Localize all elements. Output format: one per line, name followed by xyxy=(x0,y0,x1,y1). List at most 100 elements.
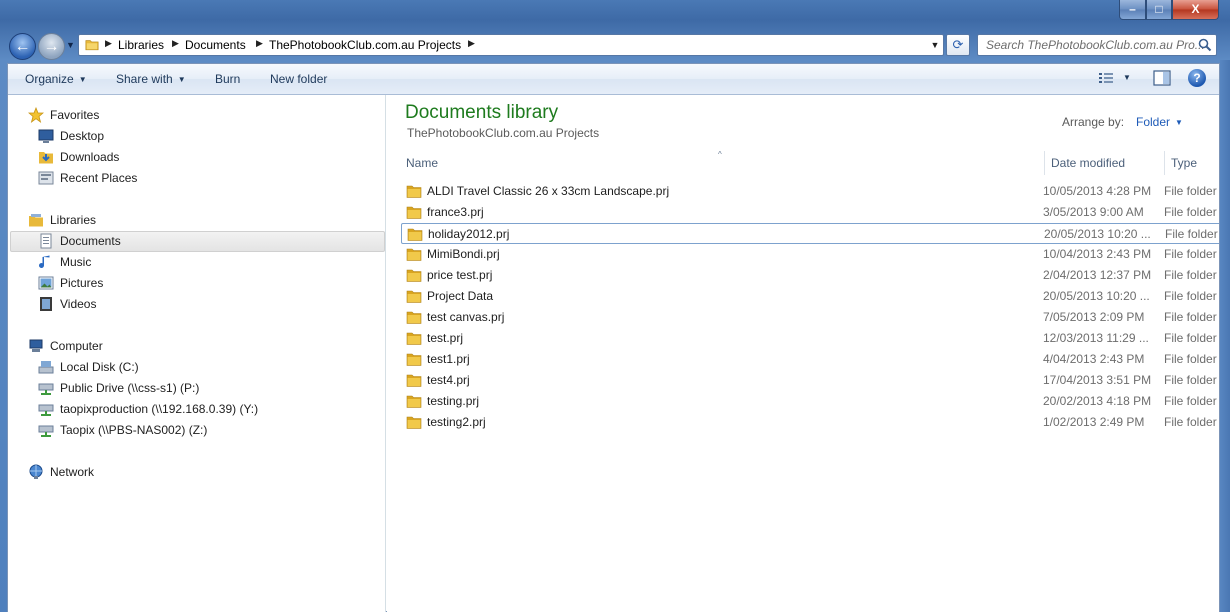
share-with-button[interactable]: Share with ▼ xyxy=(116,72,186,86)
column-divider[interactable] xyxy=(1164,151,1165,175)
folder-icon xyxy=(406,374,422,387)
file-type: File folder xyxy=(1164,184,1217,198)
address-bar[interactable]: ▶ Libraries ▶ Documents ▶ ThePhotobookCl… xyxy=(78,34,944,56)
libraries-icon xyxy=(29,214,43,227)
file-row[interactable]: test.prj 12/03/2013 11:29 ... File folder xyxy=(401,328,1219,349)
videos-icon xyxy=(40,297,52,311)
folder-icon xyxy=(406,395,422,408)
breadcrumb-projects[interactable]: ThePhotobookClub.com.au Projects xyxy=(269,38,461,52)
forward-arrow-icon: → xyxy=(43,38,60,55)
share-with-label: Share with xyxy=(116,72,173,86)
recent-pages-dropdown[interactable]: ▼ xyxy=(66,40,76,52)
file-date-modified: 17/04/2013 3:51 PM xyxy=(1043,373,1152,387)
folder-icon xyxy=(85,40,99,51)
nav-label: Local Disk (C:) xyxy=(60,360,139,374)
refresh-button[interactable]: ⟳ xyxy=(946,34,970,56)
breadcrumb-libraries[interactable]: Libraries xyxy=(118,38,164,52)
title-bar[interactable]: – □ X xyxy=(0,0,1230,30)
file-row[interactable]: Project Data 20/05/2013 10:20 ... File fol… xyxy=(401,286,1219,307)
back-arrow-icon: ← xyxy=(14,38,31,55)
network-icon xyxy=(29,464,43,479)
network-drive-icon xyxy=(38,404,54,416)
file-row[interactable]: MimiBondi.prj 10/04/2013 2:43 PM File fold… xyxy=(401,244,1219,265)
file-row[interactable]: testing.prj 20/02/2013 4:18 PM File folder xyxy=(401,391,1219,412)
library-title: Documents library xyxy=(405,102,559,123)
file-type: File folder xyxy=(1164,289,1217,303)
star-icon xyxy=(28,107,44,123)
refresh-icon: ⟳ xyxy=(952,37,964,52)
nav-label: Favorites xyxy=(50,108,100,122)
nav-label: Documents xyxy=(60,234,121,248)
file-name: testing2.prj xyxy=(427,415,486,429)
nav-label: Computer xyxy=(50,339,103,353)
file-date-modified: 3/05/2013 9:00 AM xyxy=(1043,205,1144,219)
file-row[interactable]: test canvas.prj 7/05/2013 2:09 PM File fol… xyxy=(401,307,1219,328)
breadcrumb-separator[interactable]: ▶ xyxy=(172,38,179,49)
file-row[interactable]: france3.prj 3/05/2013 9:00 AM File folder xyxy=(401,202,1219,223)
file-date-modified: 2/04/2013 12:37 PM xyxy=(1043,268,1152,282)
file-row[interactable]: ALDI Travel Classic 26 x 33cm Landscape.… xyxy=(401,181,1219,202)
chevron-down-icon: ▼ xyxy=(78,75,87,84)
breadcrumb-separator[interactable]: ▶ xyxy=(105,38,112,49)
column-divider[interactable] xyxy=(1044,151,1045,175)
arrange-by-label: Arrange by: xyxy=(1062,115,1125,129)
forward-button[interactable]: → xyxy=(38,33,65,60)
file-row[interactable]: test4.prj 17/04/2013 3:51 PM File folder xyxy=(401,370,1219,391)
close-button[interactable]: X xyxy=(1172,0,1219,20)
help-icon[interactable]: ? xyxy=(1188,69,1206,87)
window-frame: – □ X ← → ▼ ▶ Libraries ▶ Documents ▶ Th… xyxy=(0,0,1230,612)
file-row[interactable]: price test.prj 2/04/2013 12:37 PM File fol… xyxy=(401,265,1219,286)
breadcrumb-separator[interactable]: ▶ xyxy=(256,38,263,49)
chevron-down-icon: ▼ xyxy=(177,75,186,84)
file-row[interactable]: holiday2012.prj 20/05/2013 10:20 ... File … xyxy=(401,223,1219,244)
file-type: File folder xyxy=(1164,310,1217,324)
computer-icon xyxy=(29,339,43,352)
file-name: Project Data xyxy=(427,289,494,303)
file-name: test canvas.prj xyxy=(427,310,505,324)
nav-label: Libraries xyxy=(50,213,97,227)
view-options-dropdown[interactable]: ▼ xyxy=(1123,73,1131,82)
file-name: test4.prj xyxy=(427,373,470,387)
nav-label: Music xyxy=(60,255,92,269)
file-type: File folder xyxy=(1164,394,1217,408)
column-name[interactable]: Name xyxy=(406,156,438,170)
file-date-modified: 20/05/2013 10:20 ... xyxy=(1044,227,1151,241)
file-date-modified: 20/02/2013 4:18 PM xyxy=(1043,394,1152,408)
command-bar: Organize ▼ Share with ▼ Burn New folder ▼ … xyxy=(8,64,1219,95)
folder-icon xyxy=(406,269,422,282)
file-name: ALDI Travel Classic 26 x 33cm Landscape.… xyxy=(427,184,670,198)
file-name: test1.prj xyxy=(427,352,470,366)
new-folder-button[interactable]: New folder xyxy=(270,72,327,86)
search-icon[interactable] xyxy=(1198,38,1212,52)
nav-label: Recent Places xyxy=(60,171,138,185)
folder-icon xyxy=(406,311,422,324)
address-dropdown[interactable]: ▼ xyxy=(926,34,944,56)
file-type: File folder xyxy=(1164,247,1217,261)
minimize-button[interactable]: – xyxy=(1119,0,1146,20)
network-drive-icon xyxy=(38,383,54,395)
file-row[interactable]: testing2.prj 1/02/2013 2:49 PM File folder xyxy=(401,412,1219,433)
breadcrumb-separator[interactable]: ▶ xyxy=(468,38,475,49)
nav-label: Desktop xyxy=(60,129,105,143)
file-row[interactable]: test1.prj 4/04/2013 2:43 PM File folder xyxy=(401,349,1219,370)
back-button[interactable]: ← xyxy=(9,33,36,60)
maximize-button[interactable]: □ xyxy=(1146,0,1172,20)
column-date-modified[interactable]: Date modified xyxy=(1051,156,1125,170)
file-type: File folder xyxy=(1164,268,1217,282)
file-type: File folder xyxy=(1164,205,1217,219)
preview-pane-icon[interactable] xyxy=(1153,70,1171,86)
file-name: holiday2012.prj xyxy=(428,227,510,241)
pictures-icon xyxy=(38,276,54,290)
nav-label: Public Drive (\\css-s1) (P:) xyxy=(60,381,200,395)
search-input[interactable]: Search ThePhotobookClub.com.au Pro... xyxy=(977,34,1217,56)
organize-label: Organize xyxy=(25,72,74,86)
breadcrumb-documents[interactable]: Documents xyxy=(185,38,246,52)
file-date-modified: 4/04/2013 2:43 PM xyxy=(1043,352,1145,366)
nav-label: Network xyxy=(50,465,95,479)
burn-button[interactable]: Burn xyxy=(215,72,240,86)
file-date-modified: 20/05/2013 10:20 ... xyxy=(1043,289,1150,303)
change-view-icon[interactable] xyxy=(1098,71,1114,85)
column-type[interactable]: Type xyxy=(1171,156,1197,170)
organize-button[interactable]: Organize ▼ xyxy=(25,72,87,86)
arrange-by-dropdown[interactable]: Folder ▼ xyxy=(1136,115,1183,129)
